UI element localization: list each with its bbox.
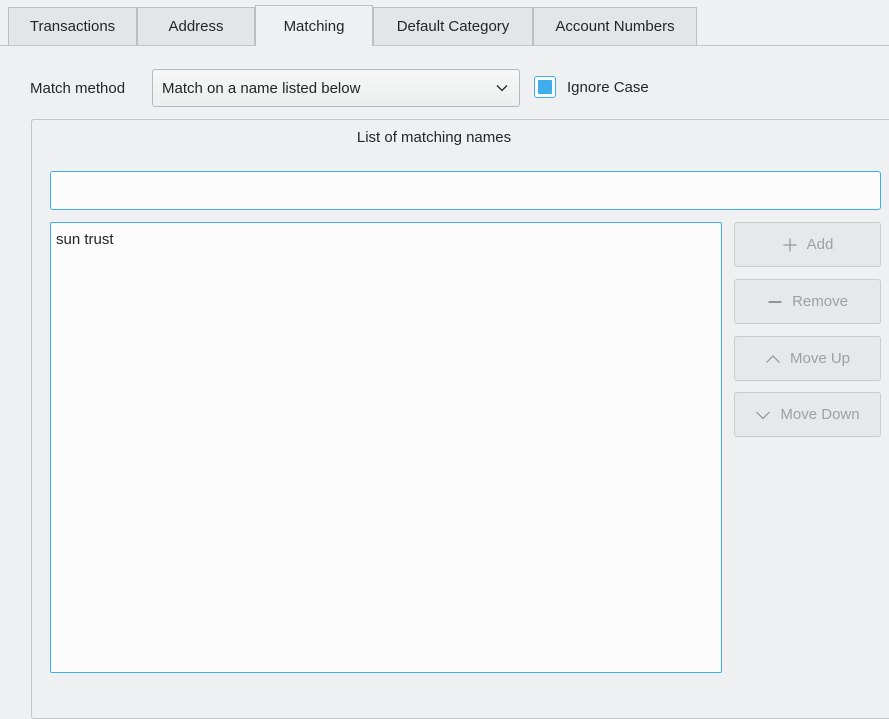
chevron-down-icon [756,411,771,419]
checkbox-checked-indicator [538,80,552,94]
chevron-down-icon [496,85,508,92]
minus-icon [768,300,782,303]
match-method-value: Match on a name listed below [162,79,361,97]
move-up-button-label: Move Up [789,350,851,367]
match-method-select[interactable]: Match on a name listed below [152,69,520,107]
add-button[interactable]: Add [734,222,881,267]
move-down-button-label: Move Down [780,406,860,423]
tab-label: Address [168,18,224,35]
matching-names-list[interactable]: sun trust [50,222,722,673]
tab-matching[interactable]: Matching [255,5,373,46]
ignore-case-box[interactable] [534,76,556,98]
tab-label: Transactions [29,18,116,35]
match-method-label: Match method [30,79,126,97]
tab-bar-divider [0,45,889,46]
matching-names-title: List of matching names [0,129,889,146]
match-method-row: Match method [30,69,135,107]
tab-address[interactable]: Address [137,7,255,45]
add-button-label: Add [806,236,834,253]
name-input[interactable] [50,171,881,210]
list-item[interactable]: sun trust [51,229,721,250]
remove-button[interactable]: Remove [734,279,881,324]
remove-button-label: Remove [792,293,848,310]
plus-icon [783,238,797,251]
group-title-text: List of matching names [356,129,512,146]
move-down-button[interactable]: Move Down [734,392,881,437]
move-up-button[interactable]: Move Up [734,336,881,381]
tab-label: Matching [283,17,345,35]
ignore-case-label: Ignore Case [567,78,649,96]
tab-transactions[interactable]: Transactions [8,7,137,45]
tab-bar: Transactions Address Matching Default Ca… [0,0,889,46]
tab-default-category[interactable]: Default Category [373,7,533,45]
ignore-case-checkbox[interactable]: Ignore Case [534,76,649,98]
tab-label: Default Category [396,18,510,35]
tab-account-numbers[interactable]: Account Numbers [533,7,697,45]
tab-label: Account Numbers [555,18,675,35]
chevron-up-icon [766,354,780,363]
